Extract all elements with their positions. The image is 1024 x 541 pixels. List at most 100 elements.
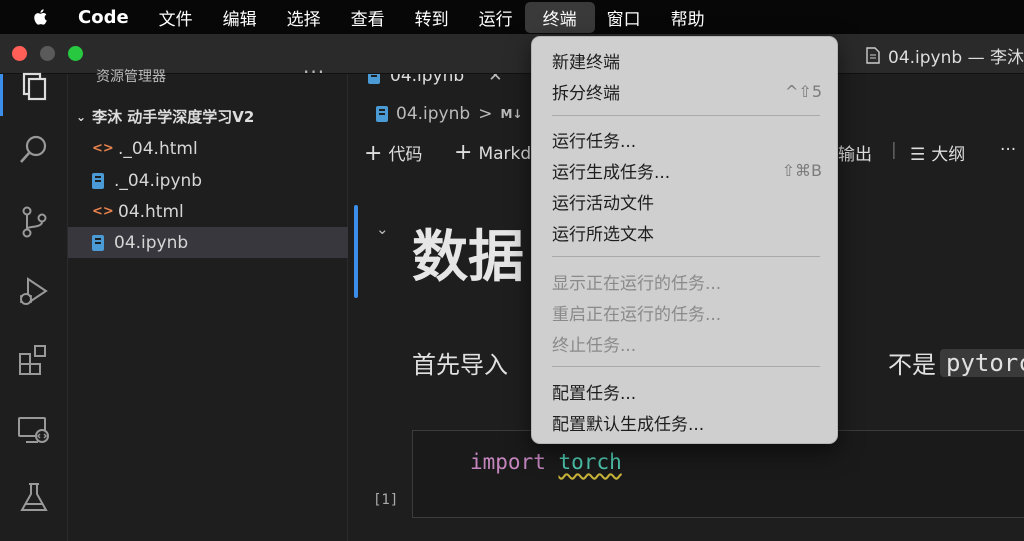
notebook-file-icon: [92, 172, 104, 189]
cell-heading: 数据: [412, 225, 524, 290]
html-file-icon: <>: [92, 141, 114, 156]
menu-item-new-terminal[interactable]: 新建终端: [552, 47, 822, 73]
remote-explorer-icon[interactable]: [16, 412, 52, 448]
output-button[interactable]: 输出: [838, 140, 872, 165]
close-icon[interactable]: ✕: [488, 74, 502, 86]
breadcrumb-separator: >: [478, 104, 493, 124]
menu-item-shortcut: ^⇧5: [785, 81, 822, 101]
notebook-file-icon: [376, 106, 388, 122]
list-icon: ☰: [910, 145, 926, 165]
toolbar-divider: |: [891, 140, 897, 160]
menu-item-restart-running-task: 重启正在运行的任务...: [552, 299, 822, 325]
file-item[interactable]: ._04.ipynb: [68, 165, 348, 196]
menu-item-run-task[interactable]: 运行任务...: [552, 126, 822, 152]
menu-item-label: 显示正在运行的任务...: [552, 273, 722, 294]
breadcrumb: 04.ipynb > M↓: [376, 104, 522, 124]
editor-tab[interactable]: 04.ipynb ✕: [348, 74, 520, 94]
minimize-window-button[interactable]: [40, 46, 55, 61]
code-module: torch: [558, 450, 622, 474]
add-markdown-cell-button[interactable]: + Markd: [454, 140, 531, 165]
source-control-icon[interactable]: [16, 204, 52, 240]
menu-item-show-running-tasks: 显示正在运行的任务...: [552, 268, 822, 294]
menu-item-label: 拆分终端: [552, 83, 620, 104]
activity-bar: [0, 72, 68, 541]
add-code-label: 代码: [388, 145, 423, 165]
menu-terminal[interactable]: 终端: [524, 1, 595, 33]
menu-item-configure-tasks[interactable]: 配置任务...: [552, 378, 822, 404]
menu-item-label: 运行所选文本: [552, 224, 654, 245]
add-code-cell-button[interactable]: + 代码: [364, 140, 422, 166]
window-title: 04.ipynb — 李沐: [866, 43, 1024, 68]
close-window-button[interactable]: [12, 46, 27, 61]
zoom-window-button[interactable]: [68, 46, 83, 61]
menu-item-label: 终止任务...: [552, 335, 637, 356]
menu-file[interactable]: 文件: [159, 5, 193, 30]
menu-run[interactable]: 运行: [479, 5, 513, 30]
menu-item-split-terminal[interactable]: 拆分终端 ^⇧5: [552, 78, 822, 104]
file-icon: [866, 47, 880, 64]
active-indicator: [0, 74, 3, 116]
menu-item-terminate-task: 终止任务...: [552, 330, 822, 356]
folder-root[interactable]: ⌄ 李沐 动手学深度学习V2: [76, 106, 254, 127]
menu-item-shortcut: ⇧⌘B: [781, 160, 822, 180]
execution-count: [1]: [373, 492, 399, 508]
menu-item-label: 新建终端: [552, 52, 620, 73]
menu-item-run-build-task[interactable]: 运行生成任务... ⇧⌘B: [552, 157, 822, 183]
explorer-title: 资源管理器: [96, 69, 166, 85]
add-markdown-label: Markd: [478, 144, 532, 164]
tab-label: 04.ipynb: [390, 74, 465, 86]
menu-item-label: 运行活动文件: [552, 193, 654, 214]
menu-item-run-selected-text[interactable]: 运行所选文本: [552, 219, 822, 245]
menu-item-label: 重启正在运行的任务...: [552, 304, 722, 325]
menu-selection[interactable]: 选择: [287, 5, 321, 30]
markdown-icon[interactable]: M↓: [500, 107, 522, 121]
menu-item-label: 配置任务...: [552, 383, 637, 404]
folder-name: 李沐 动手学深度学习V2: [92, 108, 255, 126]
code-line[interactable]: import torch: [470, 450, 622, 474]
extensions-icon[interactable]: [16, 342, 52, 378]
outline-label: 大纲: [931, 145, 966, 165]
paragraph-start: 首先导入: [412, 351, 508, 379]
cell-focus-indicator: [354, 205, 358, 298]
menu-item-run-active-file[interactable]: 运行活动文件: [552, 188, 822, 214]
inline-code: pytorch: [940, 348, 1024, 377]
menu-item-label: 运行生成任务...: [552, 162, 671, 183]
file-name: ._04.html: [118, 138, 198, 159]
file-item[interactable]: <> 04.html: [68, 196, 348, 227]
breadcrumb-file[interactable]: 04.ipynb: [396, 104, 470, 124]
notebook-file-icon: [368, 74, 380, 84]
outline-button[interactable]: ☰ 大纲: [910, 140, 965, 165]
chevron-down-icon[interactable]: ⌄: [376, 220, 389, 238]
menu-separator: [552, 115, 820, 116]
menu-view[interactable]: 查看: [351, 5, 385, 30]
menu-help[interactable]: 帮助: [671, 5, 705, 30]
menu-separator: [552, 256, 820, 257]
menu-window[interactable]: 窗口: [607, 5, 641, 30]
more-actions-icon[interactable]: ···: [1000, 140, 1016, 160]
menu-edit[interactable]: 编辑: [223, 5, 257, 30]
plus-icon: +: [364, 141, 383, 166]
testing-flask-icon[interactable]: [16, 480, 52, 516]
menu-go[interactable]: 转到: [415, 5, 449, 30]
menu-item-configure-default-build-task[interactable]: 配置默认生成任务...: [552, 409, 822, 435]
explorer-icon[interactable]: [16, 68, 52, 104]
html-file-icon: <>: [92, 204, 114, 219]
plus-icon: +: [454, 140, 473, 165]
menu-separator: [552, 366, 820, 367]
search-icon[interactable]: [16, 132, 52, 168]
paragraph-end: 不是: [888, 351, 936, 379]
code-keyword: import: [470, 450, 546, 474]
terminal-menu-dropdown: 新建终端 拆分终端 ^⇧5 运行任务... 运行生成任务... ⇧⌘B 运行活动…: [531, 36, 838, 444]
menu-item-label: 运行任务...: [552, 131, 637, 152]
apple-logo-icon[interactable]: [28, 7, 54, 27]
menu-bar: Code 文件 编辑 选择 查看 转到 运行 终端 窗口 帮助: [0, 0, 1024, 34]
file-item[interactable]: <> ._04.html: [68, 133, 348, 164]
more-actions-icon[interactable]: ···: [303, 60, 325, 84]
run-debug-icon[interactable]: [16, 274, 52, 310]
notebook-file-icon: [92, 234, 104, 251]
menu-item-label: 配置默认生成任务...: [552, 414, 705, 435]
explorer-sidebar: 资源管理器 ··· ⌄ 李沐 动手学深度学习V2 <> ._04.html ._…: [68, 60, 348, 541]
app-name-menu[interactable]: Code: [78, 7, 129, 28]
file-name: 04.ipynb: [114, 232, 189, 253]
file-item-selected[interactable]: 04.ipynb: [68, 227, 348, 258]
